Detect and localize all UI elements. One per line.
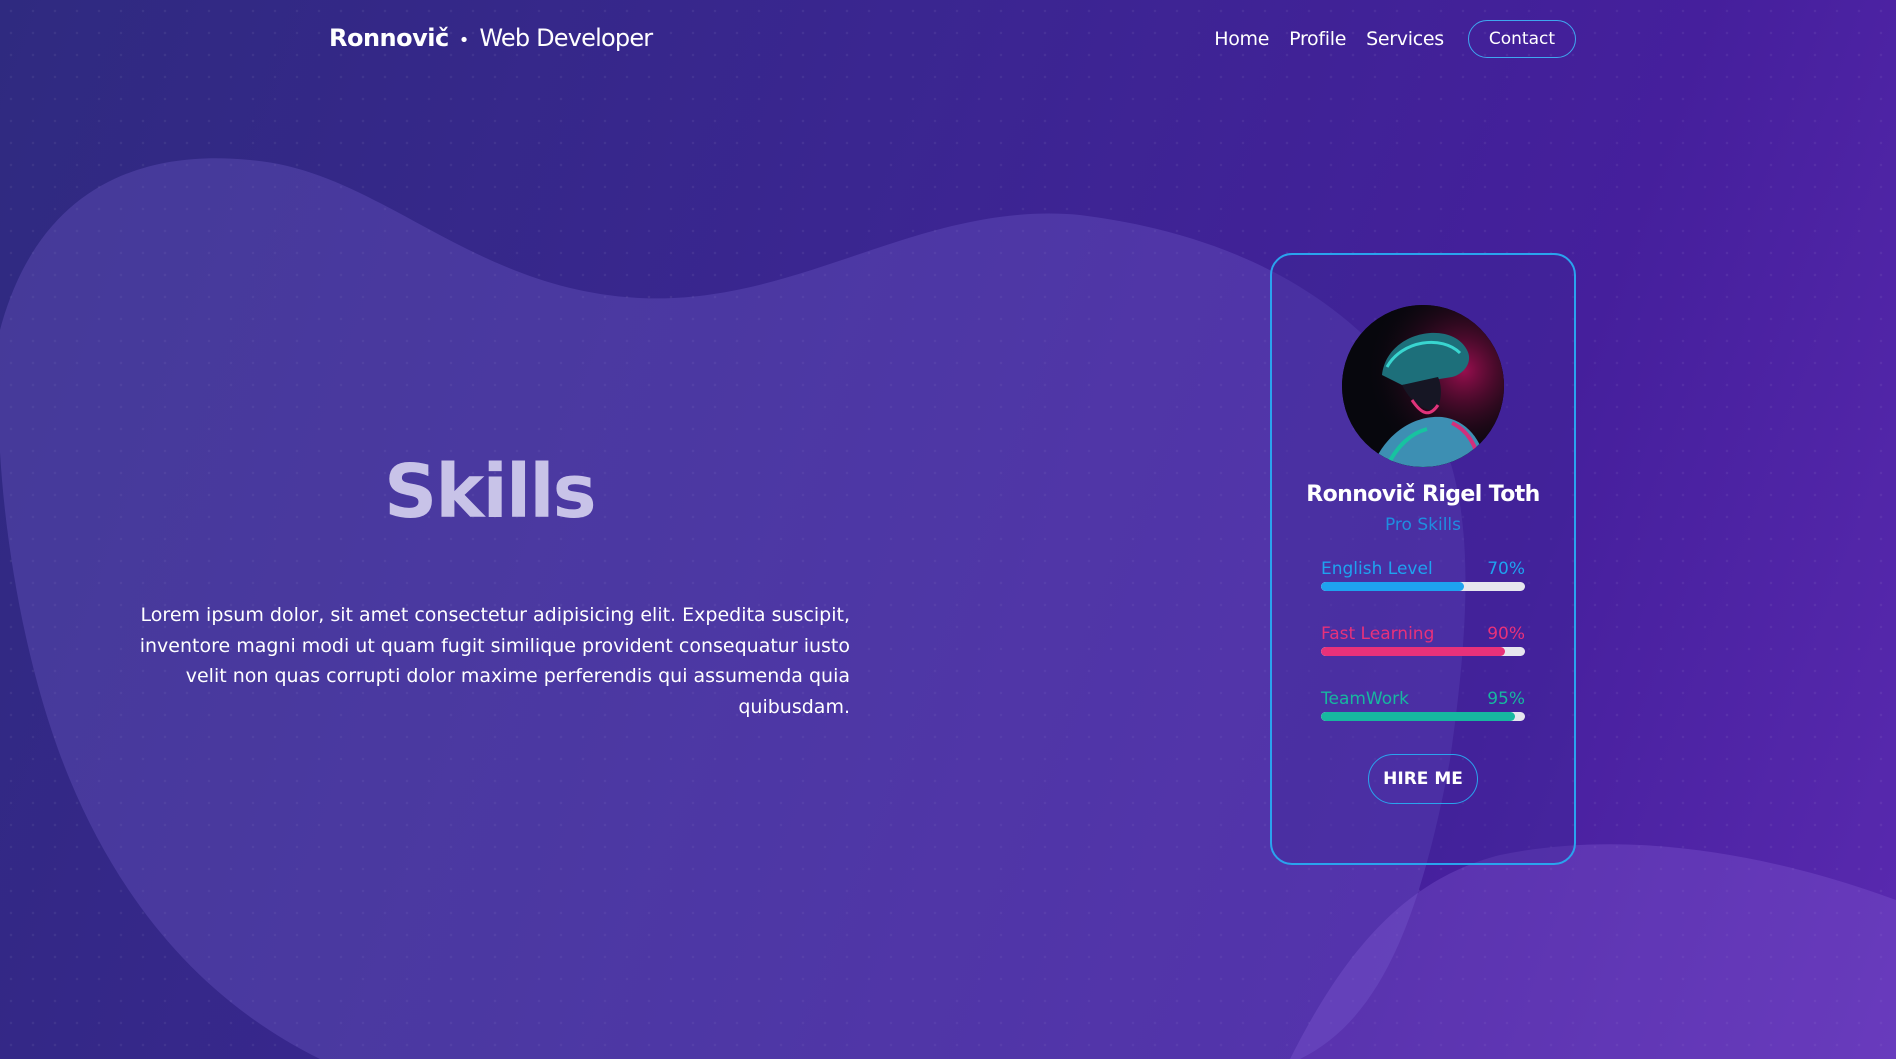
nav-home[interactable]: Home <box>1214 28 1269 50</box>
skill-progress-bar <box>1321 712 1525 721</box>
page-title: Skills <box>384 449 597 535</box>
skill-list: English Level 70% Fast Learning 90% Team… <box>1321 559 1525 754</box>
skill-label: Fast Learning <box>1321 624 1435 644</box>
skill-percent: 90% <box>1487 624 1525 644</box>
main-nav: Home Profile Services Contact <box>1214 20 1576 58</box>
avatar-image <box>1342 305 1504 467</box>
brand-separator: • <box>458 30 470 51</box>
brand-name: Ronnovič <box>329 24 449 52</box>
brand-role: Web Developer <box>479 24 653 52</box>
skill-item: English Level 70% <box>1321 559 1525 591</box>
contact-button[interactable]: Contact <box>1467 20 1576 58</box>
skill-label: TeamWork <box>1321 689 1409 709</box>
skill-progress-fill <box>1321 582 1464 591</box>
brand[interactable]: Ronnovič • Web Developer <box>329 24 653 52</box>
hero-description: Lorem ipsum dolor, sit amet consectetur … <box>139 604 850 718</box>
avatar <box>1342 305 1504 467</box>
skill-item: TeamWork 95% <box>1321 689 1525 721</box>
card-subtitle: Pro Skills <box>1384 515 1462 535</box>
profile-card: Ronnovič Rigel Toth Pro Skills English L… <box>1270 253 1576 865</box>
hire-me-button[interactable]: HIRE ME <box>1368 754 1478 804</box>
nav-profile[interactable]: Profile <box>1289 28 1346 50</box>
skill-progress-bar <box>1321 582 1525 591</box>
skill-progress-fill <box>1321 647 1505 656</box>
skill-percent: 95% <box>1487 689 1525 709</box>
card-name: Ronnovič Rigel Toth <box>1306 482 1540 507</box>
skill-item: Fast Learning 90% <box>1321 624 1525 656</box>
skill-progress-bar <box>1321 647 1525 656</box>
background-blobs <box>0 158 1896 1059</box>
skill-percent: 70% <box>1487 559 1525 579</box>
nav-services[interactable]: Services <box>1366 28 1444 50</box>
skill-progress-fill <box>1321 712 1515 721</box>
skill-label: English Level <box>1321 559 1433 579</box>
